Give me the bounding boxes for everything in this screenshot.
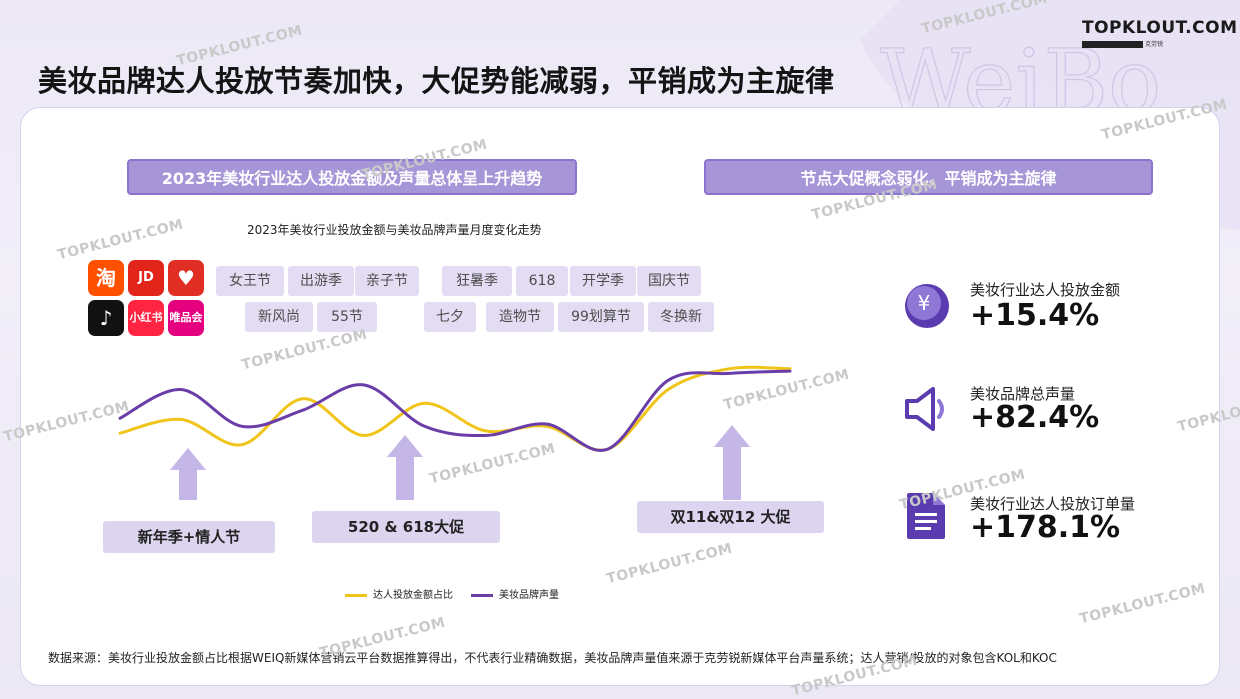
- promo-arrow: [714, 425, 750, 500]
- tag-qinzijie: 亲子节: [355, 266, 419, 296]
- tag-chuyouji: 出游季: [288, 266, 354, 296]
- tag-99huasuanjie: 99划算节: [558, 302, 644, 332]
- chart-title: 2023年美妆行业投放金额与美妆品牌声量月度变化走势: [247, 223, 542, 237]
- legend-swatch-spend: [345, 593, 367, 597]
- stat-spend-value: +15.4%: [970, 298, 1100, 333]
- tag-xinfengshang: 新风尚: [245, 302, 313, 332]
- xiaohongshu-icon: 小红书: [128, 300, 164, 336]
- promo-arrow: [170, 448, 206, 500]
- vipshop-icon: 唯品会: [168, 300, 204, 336]
- stat-orders-value: +178.1%: [970, 510, 1121, 545]
- page-title: 美妆品牌达人投放节奏加快，大促势能减弱，平销成为主旋律: [38, 64, 835, 98]
- promo-520-618: 520 & 618大促: [312, 511, 500, 543]
- tag-kuangshuji: 狂暑季: [442, 266, 512, 296]
- tag-nvwangjie: 女王节: [216, 266, 284, 296]
- legend-item-spend: 达人投放金额占比: [345, 586, 453, 601]
- stat-volume-value: +82.4%: [970, 400, 1100, 435]
- promo-double11-double12: 双11&双12 大促: [637, 501, 824, 533]
- series-line-spend: [118, 365, 792, 452]
- tag-kaixueji: 开学季: [570, 266, 636, 296]
- tag-618: 618: [516, 266, 568, 296]
- yuan-icon: ¥: [905, 284, 949, 328]
- pinduoduo-icon: ♥: [168, 260, 204, 296]
- jd-icon: JD: [128, 260, 164, 296]
- brand-name: TOPKLOUT.COM: [1082, 18, 1238, 38]
- left-banner: 2023年美妆行业达人投放金额及声量总体呈上升趋势: [127, 159, 577, 195]
- taobao-icon: 淘: [88, 260, 124, 296]
- promo-new-year-valentine: 新年季+情人节: [103, 521, 275, 553]
- tag-zaowujie: 造物节: [486, 302, 554, 332]
- promo-arrow: [387, 435, 423, 500]
- brand-tagline: 克劳锐: [1082, 39, 1237, 48]
- tag-55jie: 55节: [317, 302, 377, 332]
- svg-text:¥: ¥: [918, 291, 931, 315]
- tag-guoqingjie: 国庆节: [637, 266, 701, 296]
- brand-logo: TOPKLOUT.COM 克劳锐: [1082, 18, 1237, 48]
- stat-spend-label: 美妆行业达人投放金额: [970, 281, 1121, 299]
- douyin-icon: ♪: [88, 300, 124, 336]
- tag-donghuanxin: 冬换新: [648, 302, 714, 332]
- tag-qixi: 七夕: [424, 302, 476, 332]
- legend-item-volume: 美妆品牌声量: [471, 586, 559, 601]
- speaker-icon: [905, 387, 944, 431]
- legend-swatch-volume: [471, 593, 493, 597]
